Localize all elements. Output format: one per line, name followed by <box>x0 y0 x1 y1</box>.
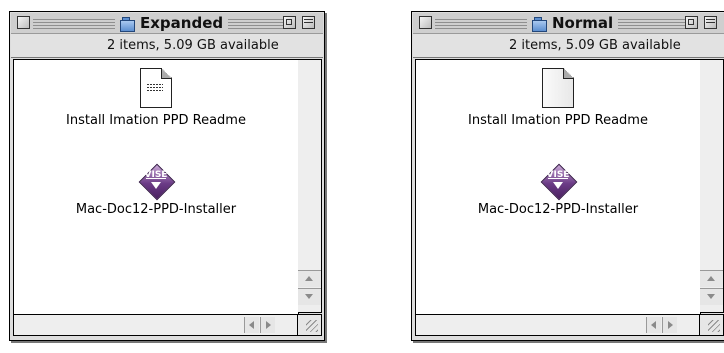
right-arrow-icon <box>668 321 673 329</box>
zoom-box-icon[interactable] <box>685 16 698 29</box>
vertical-scrollbar[interactable] <box>298 59 322 313</box>
finder-window-normal: Normal 2 items, 5.09 GB available Instal… <box>411 11 724 343</box>
icon-view-content[interactable]: Install Imation PPD Readme VISE Mac-Doc1… <box>415 59 701 315</box>
right-arrow-icon <box>266 321 271 329</box>
folder-icon <box>120 16 135 32</box>
scroll-left-button[interactable] <box>646 317 661 333</box>
horizontal-scrollbar[interactable] <box>415 314 700 336</box>
info-header: 2 items, 5.09 GB available <box>11 34 323 58</box>
file-item-readme[interactable]: Install Imation PPD Readme <box>416 68 700 128</box>
vise-installer-icon[interactable]: VISE <box>540 163 578 201</box>
file-label-readme[interactable]: Install Imation PPD Readme <box>14 113 298 128</box>
file-item-readme[interactable]: Install Imation PPD Readme <box>14 68 298 128</box>
left-arrow-icon <box>651 321 656 329</box>
window-title: Normal <box>552 14 614 32</box>
up-arrow-icon <box>305 276 313 281</box>
scroll-right-button[interactable] <box>662 317 677 333</box>
title-wrap: Normal <box>527 13 619 33</box>
scroll-down-button[interactable] <box>298 288 321 305</box>
close-box-icon[interactable] <box>419 16 432 29</box>
title-wrap: Expanded <box>115 13 229 33</box>
icon-view-content[interactable]: Install Imation PPD Readme VISE Mac-Doc1… <box>13 59 299 315</box>
down-arrow-icon <box>305 294 313 299</box>
items-available-text: 2 items, 5.09 GB available <box>509 38 681 53</box>
vise-installer-icon[interactable]: VISE <box>138 163 176 201</box>
scroll-down-button[interactable] <box>700 288 723 305</box>
resize-grow-box[interactable] <box>700 314 724 336</box>
blank-document-icon[interactable] <box>542 68 574 108</box>
finder-window-expanded: Expanded 2 items, 5.09 GB available Inst… <box>9 11 327 343</box>
folder-icon <box>532 16 547 32</box>
file-item-installer[interactable]: VISE Mac-Doc12-PPD-Installer <box>14 163 298 217</box>
text-document-icon[interactable] <box>140 68 172 108</box>
scroll-up-button[interactable] <box>700 270 723 287</box>
title-bar[interactable]: Expanded <box>11 13 323 34</box>
collapse-box-icon[interactable] <box>302 16 315 29</box>
window-frame: Normal 2 items, 5.09 GB available Instal… <box>411 11 724 341</box>
close-box-icon[interactable] <box>17 16 30 29</box>
up-arrow-icon <box>707 276 715 281</box>
window-title: Expanded <box>140 14 224 32</box>
down-arrow-icon <box>707 294 715 299</box>
file-label-installer[interactable]: Mac-Doc12-PPD-Installer <box>14 202 298 217</box>
vertical-scrollbar[interactable] <box>700 59 724 313</box>
info-header: 2 items, 5.09 GB available <box>413 34 724 58</box>
scroll-left-button[interactable] <box>244 317 259 333</box>
title-bar[interactable]: Normal <box>413 13 724 34</box>
scroll-right-button[interactable] <box>260 317 275 333</box>
window-frame: Expanded 2 items, 5.09 GB available Inst… <box>9 11 325 341</box>
file-label-readme[interactable]: Install Imation PPD Readme <box>416 113 700 128</box>
scroll-up-button[interactable] <box>298 270 321 287</box>
collapse-box-icon[interactable] <box>704 16 717 29</box>
file-label-installer[interactable]: Mac-Doc12-PPD-Installer <box>416 202 700 217</box>
zoom-box-icon[interactable] <box>283 16 296 29</box>
file-item-installer[interactable]: VISE Mac-Doc12-PPD-Installer <box>416 163 700 217</box>
items-available-text: 2 items, 5.09 GB available <box>107 38 279 53</box>
resize-grow-box[interactable] <box>298 314 322 336</box>
left-arrow-icon <box>249 321 254 329</box>
horizontal-scrollbar[interactable] <box>13 314 298 336</box>
